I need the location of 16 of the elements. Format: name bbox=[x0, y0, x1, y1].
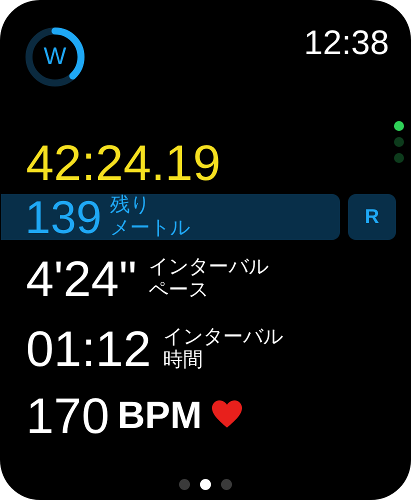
metric-label: ペース bbox=[148, 279, 210, 302]
metric-value: 01:12 bbox=[26, 324, 152, 374]
metric-label: インターバル bbox=[148, 256, 269, 279]
clock-time: 12:38 bbox=[304, 26, 389, 60]
metric-value: 139 bbox=[25, 194, 102, 240]
heart-icon bbox=[210, 399, 244, 429]
metric-label: インターバル bbox=[163, 326, 284, 349]
metric-label: 時間 bbox=[163, 349, 204, 372]
metric-label: 残り bbox=[110, 194, 151, 217]
segment-button[interactable]: R bbox=[348, 194, 396, 240]
heart-rate-value: 170 bbox=[26, 391, 110, 441]
heart-rate-unit: BPM bbox=[117, 397, 202, 435]
metric-label: メートル bbox=[110, 217, 190, 240]
workout-initial: W bbox=[44, 45, 66, 69]
metric-value: 4'24" bbox=[26, 254, 137, 304]
elapsed-time: 42:24.19 bbox=[26, 138, 221, 188]
